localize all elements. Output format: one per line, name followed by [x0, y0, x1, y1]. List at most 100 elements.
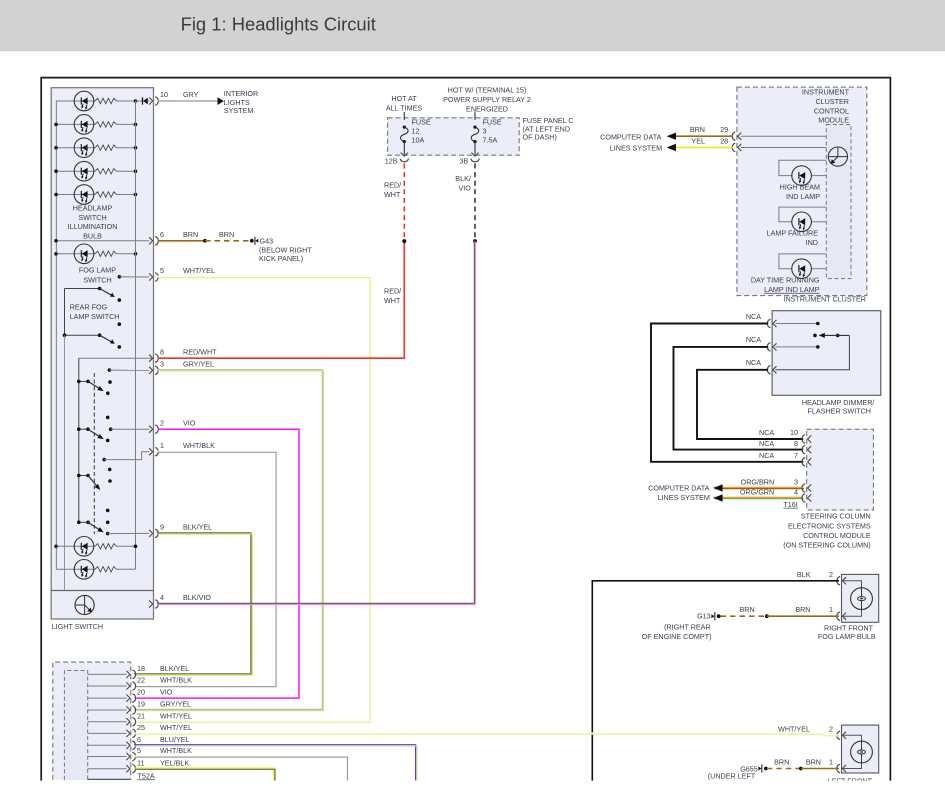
svg-text:12B: 12B: [385, 157, 398, 166]
svg-text:REAR FOG: REAR FOG: [70, 303, 108, 312]
svg-text:Fig 1: Headlights Circuit: Fig 1: Headlights Circuit: [181, 14, 376, 35]
svg-text:NCA: NCA: [759, 439, 774, 448]
svg-text:OF DASH): OF DASH): [523, 133, 557, 142]
svg-text:20: 20: [137, 688, 145, 697]
svg-text:BRN: BRN: [690, 125, 705, 134]
svg-text:ORG/BRN: ORG/BRN: [741, 477, 775, 486]
svg-text:RED/: RED/: [384, 286, 401, 295]
svg-text:BLK: BLK: [797, 570, 811, 579]
svg-text:WHT: WHT: [384, 190, 401, 199]
svg-text:21: 21: [137, 711, 145, 720]
svg-text:RED/: RED/: [384, 180, 401, 189]
svg-text:FOG LAMP: FOG LAMP: [79, 266, 116, 275]
svg-text:12: 12: [412, 127, 420, 136]
svg-text:BLK/YEL: BLK/YEL: [160, 664, 189, 673]
svg-text:GRY/YEL: GRY/YEL: [160, 700, 191, 709]
svg-text:6: 6: [160, 230, 164, 239]
svg-text:NCA: NCA: [759, 428, 774, 437]
svg-text:BLU/YEL: BLU/YEL: [160, 735, 190, 744]
svg-text:LINES SYSTEM: LINES SYSTEM: [658, 493, 710, 502]
svg-text:IND LAMP: IND LAMP: [786, 192, 820, 201]
svg-text:RED/WHT: RED/WHT: [183, 347, 217, 356]
svg-text:LAMP SWITCH: LAMP SWITCH: [70, 312, 120, 321]
svg-text:25: 25: [137, 723, 145, 732]
svg-text:4: 4: [160, 593, 164, 602]
svg-text:19: 19: [137, 700, 145, 709]
svg-text:(UNDER LEFT: (UNDER LEFT: [708, 772, 756, 781]
svg-text:STEERING COLUMN: STEERING COLUMN: [801, 512, 871, 521]
svg-text:NCA: NCA: [746, 312, 761, 321]
svg-text:INSTRUMENT: INSTRUMENT: [802, 88, 850, 97]
svg-text:COMPUTER DATA: COMPUTER DATA: [648, 483, 709, 492]
svg-text:1: 1: [829, 757, 833, 766]
svg-text:G13: G13: [697, 611, 711, 620]
svg-text:FOG LAMP BULB: FOG LAMP BULB: [818, 632, 876, 641]
svg-text:INSTRUMENT CLUSTER: INSTRUMENT CLUSTER: [783, 295, 866, 304]
svg-text:LIGHT SWITCH: LIGHT SWITCH: [52, 622, 103, 631]
svg-text:BRN: BRN: [183, 230, 198, 239]
svg-text:BRN: BRN: [806, 757, 821, 766]
svg-text:28: 28: [720, 136, 728, 145]
svg-text:3B: 3B: [460, 157, 469, 166]
svg-text:DAY TIME RUNNING: DAY TIME RUNNING: [751, 276, 820, 285]
svg-text:LINES SYSTEM: LINES SYSTEM: [610, 144, 662, 153]
svg-text:ILLUMINATION: ILLUMINATION: [68, 222, 118, 231]
svg-text:ORG/GRN: ORG/GRN: [740, 487, 774, 496]
svg-text:WHT/YEL: WHT/YEL: [160, 723, 192, 732]
svg-text:BRN: BRN: [774, 757, 789, 766]
svg-text:KICK PANEL): KICK PANEL): [259, 254, 303, 263]
svg-text:2: 2: [829, 570, 833, 579]
svg-text:BRN: BRN: [795, 605, 810, 614]
svg-text:5: 5: [160, 266, 164, 275]
svg-text:CLUSTER: CLUSTER: [815, 97, 849, 106]
svg-text:T52A: T52A: [138, 771, 155, 780]
svg-text:HIGH BEAM: HIGH BEAM: [780, 182, 820, 191]
svg-text:ELECTRONIC SYSTEMS: ELECTRONIC SYSTEMS: [788, 521, 871, 530]
svg-text:MODULE: MODULE: [818, 116, 849, 125]
svg-text:9: 9: [160, 523, 164, 532]
svg-text:IND: IND: [806, 238, 818, 247]
svg-text:SWITCH: SWITCH: [83, 276, 111, 285]
svg-text:3: 3: [160, 359, 164, 368]
svg-text:22: 22: [137, 676, 145, 685]
svg-text:WHT/BLK: WHT/BLK: [160, 676, 192, 685]
svg-text:5: 5: [137, 746, 141, 755]
svg-text:WHT/YEL: WHT/YEL: [778, 725, 810, 734]
svg-text:OF ENGINE COMPT): OF ENGINE COMPT): [642, 632, 712, 641]
svg-text:3: 3: [794, 477, 798, 486]
svg-text:1: 1: [160, 441, 164, 450]
svg-text:HOT AT: HOT AT: [391, 94, 417, 103]
svg-text:ALL TIMES: ALL TIMES: [386, 104, 423, 113]
svg-text:GRY/YEL: GRY/YEL: [183, 359, 214, 368]
svg-text:NCA: NCA: [746, 335, 761, 344]
svg-text:GRY: GRY: [183, 90, 199, 99]
svg-text:INTERIOR: INTERIOR: [224, 89, 258, 98]
svg-text:CONTROL MODULE: CONTROL MODULE: [803, 531, 871, 540]
svg-text:7.5A: 7.5A: [483, 136, 498, 145]
svg-text:SYSTEM: SYSTEM: [224, 106, 254, 115]
svg-text:18: 18: [137, 664, 145, 673]
svg-text:BLK/: BLK/: [455, 174, 471, 183]
svg-text:29: 29: [720, 125, 728, 134]
svg-text:8: 8: [160, 347, 164, 356]
svg-text:YEL: YEL: [691, 136, 705, 145]
svg-text:BLK/YEL: BLK/YEL: [183, 523, 212, 532]
svg-text:LAMP IND LAMP: LAMP IND LAMP: [764, 285, 820, 294]
svg-text:7: 7: [794, 451, 798, 460]
svg-text:4: 4: [794, 487, 798, 496]
svg-text:FUSE: FUSE: [412, 118, 431, 127]
svg-text:(RIGHT REAR: (RIGHT REAR: [664, 623, 711, 632]
svg-text:T16I: T16I: [783, 500, 797, 509]
svg-text:10: 10: [790, 428, 798, 437]
svg-text:VIO: VIO: [183, 418, 196, 427]
svg-text:10: 10: [160, 90, 168, 99]
svg-text:G43: G43: [260, 236, 274, 245]
svg-text:VIO: VIO: [459, 184, 472, 193]
svg-text:8: 8: [794, 439, 798, 448]
svg-text:2: 2: [829, 725, 833, 734]
svg-text:CONTROL: CONTROL: [814, 106, 849, 115]
svg-text:HEADLAMP: HEADLAMP: [73, 204, 113, 213]
svg-text:WHT/BLK: WHT/BLK: [160, 746, 192, 755]
svg-text:WHT/BLK: WHT/BLK: [183, 441, 215, 450]
svg-text:FLASHER SWITCH: FLASHER SWITCH: [808, 407, 872, 416]
